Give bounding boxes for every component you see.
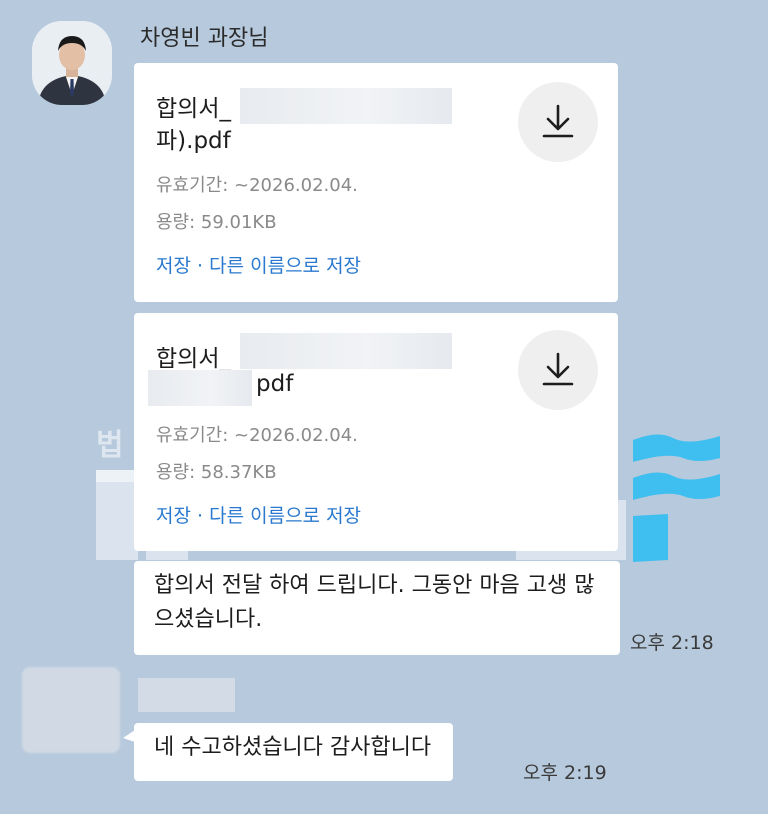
participant-avatar[interactable]: [22, 667, 120, 753]
download-button[interactable]: [518, 330, 598, 410]
download-icon: [542, 352, 574, 386]
link-separator: ·: [197, 255, 204, 277]
message-time: 오후 2:18: [630, 632, 714, 654]
file-card[interactable]: 합의서_ 파).pdf 유효기간: ~2026.02.04. 용량: 59.01…: [134, 63, 618, 302]
message-bubble[interactable]: 네 수고하셨습니다 감사합니다: [134, 723, 454, 781]
save-link[interactable]: 저장: [156, 255, 191, 277]
download-button[interactable]: [518, 82, 598, 162]
link-separator: ·: [197, 505, 204, 527]
file-name-line1: 합의서_: [156, 346, 231, 372]
download-icon: [542, 104, 574, 138]
message-time: 오후 2:19: [523, 762, 607, 784]
save-links: 저장 · 다른 이름으로 저장: [156, 251, 361, 278]
file-name-line2: 파).pdf: [156, 128, 231, 154]
file-name-line1: 합의서_: [156, 96, 231, 122]
file-card[interactable]: 합의서_ pdf 유효기간: ~2026.02.04. 용량: 58.37KB …: [134, 313, 618, 551]
file-size: 용량: 59.01KB: [156, 212, 277, 233]
file-expiry: 유효기간: ~2026.02.04.: [156, 425, 358, 446]
participant-name: [138, 678, 235, 712]
save-link[interactable]: 저장: [156, 505, 191, 527]
file-expiry: 유효기간: ~2026.02.04.: [156, 175, 358, 196]
sender-name: 차영빈 과장님: [140, 26, 269, 51]
save-as-link[interactable]: 다른 이름으로 저장: [209, 505, 361, 527]
file-name-line2: pdf: [256, 371, 294, 397]
redacted-text: [240, 88, 452, 124]
save-as-link[interactable]: 다른 이름으로 저장: [209, 255, 361, 277]
file-size: 용량: 58.37KB: [156, 462, 277, 483]
message-bubble[interactable]: 합의서 전달 하여 드립니다. 그동안 마음 고생 많으셨습니다.: [134, 561, 620, 655]
redacted-text: [148, 370, 252, 406]
sender-avatar[interactable]: [32, 21, 112, 105]
save-links: 저장 · 다른 이름으로 저장: [156, 501, 361, 528]
profile-photo-icon: [32, 21, 112, 105]
redacted-text: [240, 333, 452, 369]
